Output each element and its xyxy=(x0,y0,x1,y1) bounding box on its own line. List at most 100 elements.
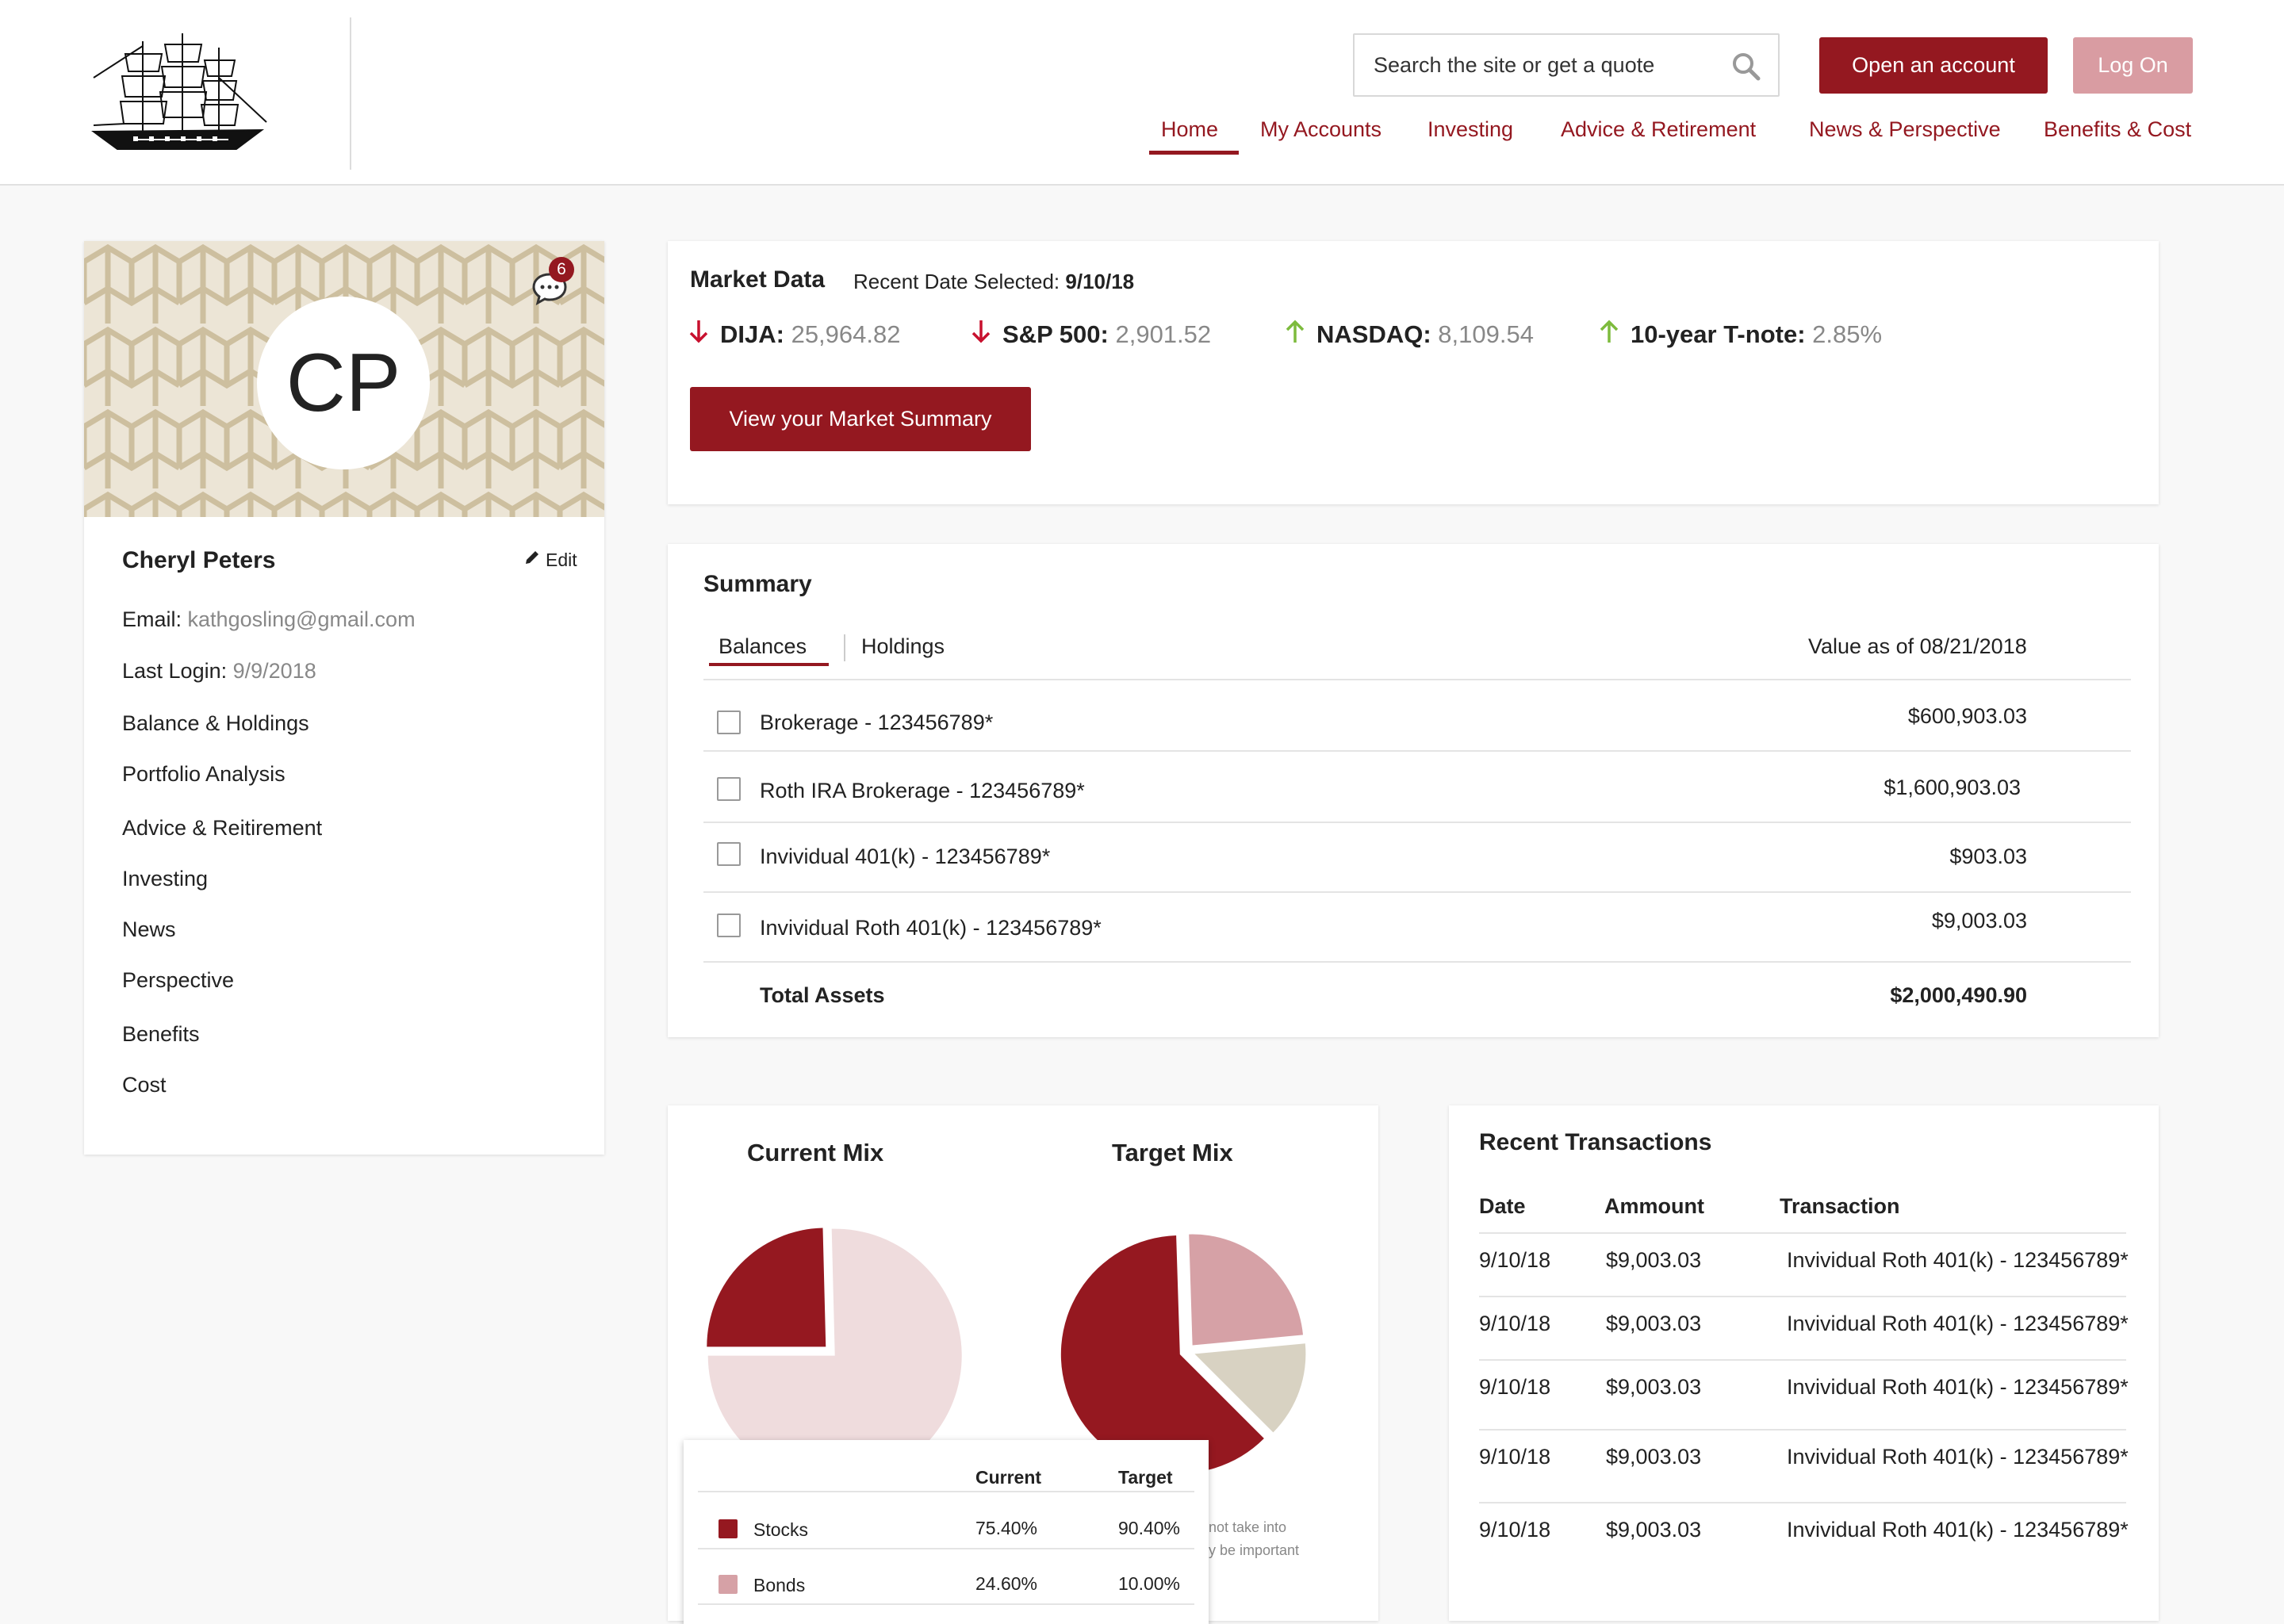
tx-transaction[interactable]: Invividual Roth 401(k) - 123456789* xyxy=(1787,1248,2129,1273)
arrow-up-icon xyxy=(1599,319,1619,350)
swatch-bonds xyxy=(719,1575,738,1594)
arrow-down-icon xyxy=(688,319,709,350)
ticker-value: 2.85% xyxy=(1812,320,1883,348)
account-checkbox[interactable] xyxy=(717,710,741,734)
tab-holdings[interactable]: Holdings xyxy=(861,634,945,659)
divider xyxy=(698,1548,1194,1549)
open-account-button[interactable]: Open an account xyxy=(1819,37,2048,94)
value-as-of: Value as of 08/21/2018 xyxy=(1808,634,2027,658)
mix-disclaimer: not take into y be important xyxy=(1209,1516,1343,1562)
profile-link-perspective[interactable]: Perspective xyxy=(122,968,234,993)
pencil-icon xyxy=(523,549,541,571)
account-checkbox[interactable] xyxy=(717,842,741,866)
mix-row-current: 24.60% xyxy=(975,1573,1038,1594)
account-checkbox[interactable] xyxy=(717,914,741,937)
tx-transaction[interactable]: Invividual Roth 401(k) - 123456789* xyxy=(1787,1375,2129,1400)
divider xyxy=(703,822,2131,823)
nav-advice-retirement[interactable]: Advice & Retirement xyxy=(1561,117,1756,142)
summary-card: Summary Balances Holdings Value as of 08… xyxy=(668,544,2159,1037)
email-row: Email: kathgosling@gmail.com xyxy=(122,607,416,632)
target-mix-slice-bonds[interactable] xyxy=(1189,1234,1303,1346)
ticker-label: S&P 500: xyxy=(1002,320,1109,348)
arrow-up-icon xyxy=(1285,319,1305,350)
account-name[interactable]: Roth IRA Brokerage - 123456789* xyxy=(760,779,1085,803)
nav-my-accounts[interactable]: My Accounts xyxy=(1260,117,1382,142)
profile-link-balance-holdings[interactable]: Balance & Holdings xyxy=(122,711,309,736)
search-box[interactable] xyxy=(1353,33,1780,97)
col-target: Target xyxy=(1118,1467,1173,1488)
mix-row-label: Stocks xyxy=(753,1519,809,1540)
tx-transaction[interactable]: Invividual Roth 401(k) - 123456789* xyxy=(1787,1312,2129,1336)
ticker-dija: DIJA: 25,964.82 xyxy=(688,319,901,350)
divider xyxy=(703,891,2131,893)
account-checkbox[interactable] xyxy=(717,777,741,801)
profile-link-advice-retirement[interactable]: Advice & Reitirement xyxy=(122,816,322,841)
log-on-button[interactable]: Log On xyxy=(2073,37,2193,94)
tab-active-underline xyxy=(709,663,829,666)
profile-link-news[interactable]: News xyxy=(122,917,176,942)
nav-investing[interactable]: Investing xyxy=(1428,117,1513,142)
account-value: $600,903.03 xyxy=(1907,704,2027,728)
profile-link-cost[interactable]: Cost xyxy=(122,1073,167,1097)
view-market-summary-button[interactable]: View your Market Summary xyxy=(690,387,1031,451)
total-assets-value: $2,000,490.90 xyxy=(1890,983,2027,1007)
logo-divider xyxy=(350,17,351,170)
tx-amount: $9,003.03 xyxy=(1606,1248,1702,1272)
email-label: Email: xyxy=(122,607,182,631)
ticker-value: 2,901.52 xyxy=(1115,320,1212,348)
nav-news-perspective[interactable]: News & Perspective xyxy=(1809,117,2001,142)
divider xyxy=(698,1491,1194,1492)
profile-link-investing[interactable]: Investing xyxy=(122,867,208,891)
profile-link-portfolio-analysis[interactable]: Portfolio Analysis xyxy=(122,762,286,787)
account-name[interactable]: Invividual Roth 401(k) - 123456789* xyxy=(760,916,1102,940)
edit-label: Edit xyxy=(546,549,577,570)
tx-transaction[interactable]: Invividual Roth 401(k) - 123456789* xyxy=(1787,1518,2129,1542)
disclaimer-line: y be important xyxy=(1209,1542,1300,1558)
edit-profile-button[interactable]: Edit xyxy=(523,549,577,571)
profile-name: Cheryl Peters xyxy=(122,547,276,573)
profile-card: CP 6 Cheryl Peters Edit Email: kathgosli… xyxy=(84,241,604,1155)
summary-title: Summary xyxy=(703,571,812,597)
tx-amount: $9,003.03 xyxy=(1606,1312,1702,1335)
tx-date: 9/10/18 xyxy=(1479,1248,1551,1272)
account-value: $903.03 xyxy=(1949,845,2027,868)
tab-separator xyxy=(844,634,845,661)
total-assets-label: Total Assets xyxy=(760,983,885,1007)
tx-amount: $9,003.03 xyxy=(1606,1518,1702,1542)
current-mix-slice-stocks[interactable] xyxy=(707,1228,826,1347)
ticker-10yr-tnote: 10-year T-note: 2.85% xyxy=(1599,319,1882,350)
ticker-sp500: S&P 500: 2,901.52 xyxy=(971,319,1211,350)
market-date-value: 9/10/18 xyxy=(1065,270,1135,293)
ticker-value: 25,964.82 xyxy=(791,320,901,348)
col-amount: Ammount xyxy=(1604,1194,1704,1218)
tx-transaction[interactable]: Invividual Roth 401(k) - 123456789* xyxy=(1787,1445,2129,1469)
mix-row-label: Bonds xyxy=(753,1575,806,1595)
ticker-nasdaq: NASDAQ: 8,109.54 xyxy=(1285,319,1534,350)
ship-logo[interactable] xyxy=(86,30,273,154)
divider xyxy=(1479,1296,2126,1297)
disclaimer-line: not take into xyxy=(1209,1519,1287,1535)
search-input[interactable] xyxy=(1374,35,1723,95)
profile-link-benefits[interactable]: Benefits xyxy=(122,1022,200,1047)
swatch-stocks xyxy=(719,1519,738,1538)
recent-transactions-card: Recent Transactions Date Ammount Transac… xyxy=(1449,1105,2159,1621)
account-name[interactable]: Invividual 401(k) - 123456789* xyxy=(760,845,1050,869)
account-name[interactable]: Brokerage - 123456789* xyxy=(760,710,993,735)
divider xyxy=(1479,1429,2126,1431)
tab-balances[interactable]: Balances xyxy=(719,634,807,659)
market-data-card: Market Data Recent Date Selected: 9/10/1… xyxy=(668,241,2159,504)
tx-amount: $9,003.03 xyxy=(1606,1375,1702,1399)
tx-date: 9/10/18 xyxy=(1479,1518,1551,1542)
search-icon[interactable] xyxy=(1730,51,1762,82)
market-date: Recent Date Selected: 9/10/18 xyxy=(853,270,1134,294)
nav-benefits-cost[interactable]: Benefits & Cost xyxy=(2044,117,2191,142)
arrow-down-icon xyxy=(971,319,991,350)
last-login-value: 9/9/2018 xyxy=(232,659,316,683)
nav-home[interactable]: Home xyxy=(1161,117,1218,142)
col-transaction: Transaction xyxy=(1780,1194,1900,1218)
col-current: Current xyxy=(975,1467,1042,1488)
ticker-label: NASDAQ: xyxy=(1316,320,1431,348)
mix-row-current: 75.40% xyxy=(975,1518,1038,1538)
avatar: CP xyxy=(257,297,430,469)
tx-date: 9/10/18 xyxy=(1479,1312,1551,1335)
